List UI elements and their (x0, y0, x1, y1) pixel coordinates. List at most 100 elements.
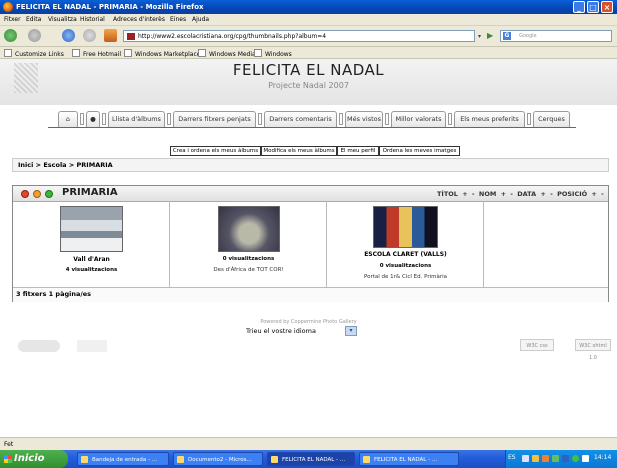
bookmarks-bar: Customize Links Free Hotmail Windows Mar… (0, 47, 617, 59)
thumbnail-cell[interactable]: ESCOLA CLARET (VALLS) 0 visualitzacions … (327, 201, 484, 287)
red-dot-icon (21, 190, 29, 198)
windows-logo-icon (4, 455, 12, 463)
sub-crea-albums[interactable]: Crea i ordena els meus àlbums (170, 146, 261, 156)
sub-meu-perfil[interactable]: El meu perfil (337, 146, 379, 156)
go-icon[interactable]: ▶ (487, 31, 493, 40)
user-tab[interactable]: ● (86, 111, 100, 127)
task-word[interactable]: Documento2 - Micros... (173, 452, 263, 466)
thumbnail-title: Vall d'Aran (73, 256, 110, 263)
task-firefox[interactable]: FELICITA EL NADAL - ... (359, 452, 459, 466)
back-icon[interactable] (4, 29, 17, 42)
w3c-css-badge[interactable]: W3C css (520, 339, 554, 351)
gallery-stats: 3 fitxers 1 pàgina/es (16, 290, 92, 298)
tab-cerques[interactable]: Cerques (533, 111, 570, 127)
tab-llista-albums[interactable]: Llista d'àlbums (108, 111, 165, 127)
gallery-stats-bar (13, 287, 608, 302)
site-favicon-icon (127, 33, 135, 40)
maximize-button[interactable]: □ (587, 1, 599, 13)
album-title: PRIMARIA (62, 187, 118, 198)
task-firefox-active[interactable]: FELICITA EL NADAL - ... (267, 452, 355, 466)
search-box[interactable]: G Google (500, 30, 612, 42)
site-subtitle: Projecte Nadal 2007 (268, 81, 349, 90)
breadcrumb[interactable]: Inici > Escola > PRIMARIA (18, 161, 113, 169)
navigation-toolbar: http://www2.escolacristiana.org/cpg/thum… (0, 26, 617, 47)
tab-els-meus-preferits[interactable]: Els meus preferits (454, 111, 525, 127)
tab-separator (167, 113, 171, 125)
forward-icon[interactable] (28, 29, 41, 42)
user-icon: ● (90, 115, 96, 123)
w3c-xhtml-badge[interactable]: W3C xhtml 1.0 (575, 339, 611, 361)
home-tab[interactable]: ⌂ (58, 111, 78, 127)
tab-separator (80, 113, 84, 125)
status-bar: Fet (0, 437, 617, 451)
menu-visualitza[interactable]: Visualitza (48, 16, 77, 23)
bookmark-windows[interactable]: Windows (254, 49, 292, 58)
php-logo-icon[interactable] (18, 340, 60, 352)
window-title-bar[interactable]: FELICITA EL NADAL - PRIMARIA - Mozilla F… (0, 0, 617, 14)
thumbnail-views: 0 visualitzacions (222, 256, 275, 262)
task-outlook[interactable]: Bandeja de entrada - ... (77, 452, 169, 466)
bookmark-windows-marketplace[interactable]: Windows Marketplace (124, 49, 200, 58)
home-icon[interactable] (104, 29, 117, 42)
tab-separator (339, 113, 343, 125)
address-bar[interactable]: http://www2.escolacristiana.org/cpg/thum… (123, 30, 475, 42)
stop-icon[interactable] (83, 29, 96, 42)
language-select[interactable]: ▾ (345, 326, 357, 336)
minimize-button[interactable]: _ (573, 1, 585, 13)
top-menu: ⌂ ● Llista d'àlbums Darrers fitxers penj… (0, 111, 617, 127)
user-submenu: Crea i ordena els meus àlbums Modifica e… (0, 146, 617, 156)
window-title: FELICITA EL NADAL - PRIMARIA - Mozilla F… (16, 3, 204, 11)
language-label: Trieu el vostre idioma (246, 327, 316, 335)
powered-by[interactable]: Powered by Coppermine Photo Gallery (0, 319, 617, 325)
address-url: http://www2.escolacristiana.org/cpg/thum… (138, 33, 327, 40)
thumbnail-cell[interactable]: 0 visualitzacions Des d'Àfrica de TOT CO… (170, 201, 327, 287)
home-icon: ⌂ (65, 115, 71, 123)
tray-icon[interactable] (532, 455, 539, 462)
dropdown-arrow-icon[interactable]: ▾ (478, 33, 481, 40)
mysql-logo-icon[interactable] (77, 340, 107, 352)
search-placeholder: Google (519, 33, 537, 39)
bookmark-customize-links[interactable]: Customize Links (4, 49, 64, 58)
site-title: FELICITA EL NADAL (232, 61, 385, 79)
tray-icon[interactable] (552, 455, 559, 462)
tab-millor-valorats[interactable]: Millor valorats (391, 111, 446, 127)
thumbnail-image[interactable] (218, 206, 280, 252)
bookmark-windows-media[interactable]: Windows Media (198, 49, 256, 58)
tray-icon[interactable] (562, 455, 569, 462)
close-button[interactable]: × (601, 1, 613, 13)
firefox-icon (3, 2, 13, 12)
menu-divider (48, 127, 576, 128)
tab-separator (527, 113, 531, 125)
menu-eines[interactable]: Eines (170, 16, 186, 23)
thumbnail-cell[interactable]: Vall d'Aran 4 visualitzacions (13, 201, 170, 287)
menu-historial[interactable]: Historial (80, 16, 105, 23)
reload-icon[interactable] (62, 29, 75, 42)
bookmark-free-hotmail[interactable]: Free Hotmail (72, 49, 121, 58)
tab-separator (385, 113, 389, 125)
tray-icon[interactable] (582, 455, 589, 462)
search-engine-icon[interactable]: G (503, 32, 511, 40)
sort-options[interactable]: TÍTOL + - NOM + - DATA + - POSICIÓ + - (437, 190, 604, 198)
sub-modifica-albums[interactable]: Modifica els meus àlbums (261, 146, 337, 156)
thumbnail-title: ESCOLA CLARET (VALLS) (364, 251, 447, 258)
tab-mes-vistos[interactable]: Més vistos (345, 111, 383, 127)
start-button[interactable]: Inicio (0, 450, 68, 468)
sub-ordena-imatges[interactable]: Ordena les meves imatges (379, 146, 460, 156)
menu-fitxer[interactable]: Fitxer (4, 16, 21, 23)
green-dot-icon (45, 190, 53, 198)
menu-edita[interactable]: Edita (26, 16, 41, 23)
menu-adreces[interactable]: Adreces d'interès (113, 16, 165, 23)
tray-icon[interactable] (522, 455, 529, 462)
tray-icon[interactable] (542, 455, 549, 462)
menu-ajuda[interactable]: Ajuda (192, 16, 209, 23)
tray-language[interactable]: ES (508, 454, 516, 461)
tab-separator (258, 113, 262, 125)
thumbnail-caption: Des d'Àfrica de TOT COR! (213, 267, 284, 273)
tray-icon[interactable] (572, 455, 579, 462)
status-text: Fet (4, 441, 14, 448)
thumbnail-image[interactable] (373, 206, 438, 248)
thumbnail-image[interactable] (60, 206, 123, 252)
tab-darrers-fitxers[interactable]: Darrers fitxers penjats (173, 111, 256, 127)
tab-darrers-comentaris[interactable]: Darrers comentaris (264, 111, 337, 127)
tab-separator (102, 113, 106, 125)
